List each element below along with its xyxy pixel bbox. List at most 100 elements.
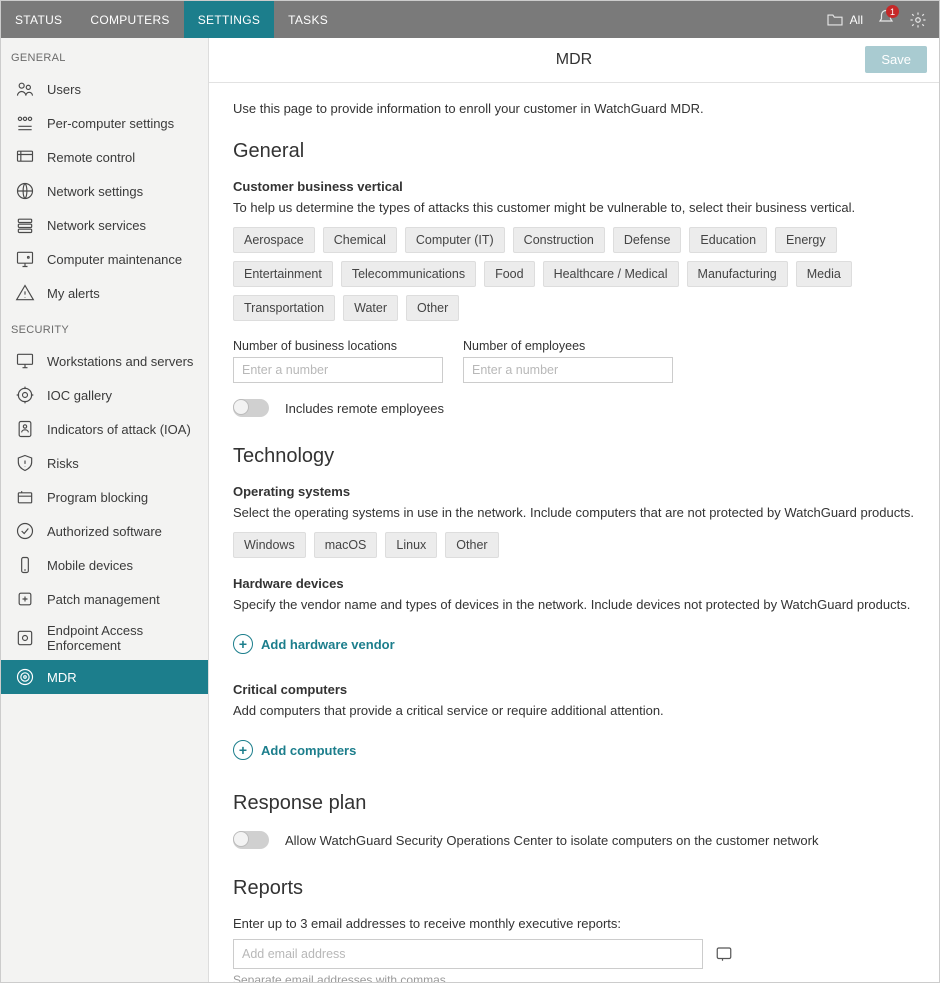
vertical-chip-telecommunications[interactable]: Telecommunications — [341, 261, 476, 287]
vertical-chip-computer-it-[interactable]: Computer (IT) — [405, 227, 505, 253]
shield-icon — [15, 453, 35, 473]
vertical-chip-energy[interactable]: Energy — [775, 227, 837, 253]
nav-tab-computers[interactable]: COMPUTERS — [76, 1, 183, 38]
sidebar-item-program-blocking[interactable]: Program blocking — [1, 480, 208, 514]
sidebar-item-label: Workstations and servers — [47, 354, 193, 369]
monthly-email-input[interactable] — [233, 939, 703, 969]
vertical-label: Customer business vertical — [233, 179, 915, 194]
vertical-chip-construction[interactable]: Construction — [513, 227, 605, 253]
critical-label: Critical computers — [233, 682, 915, 697]
nav-tab-status[interactable]: STATUS — [1, 1, 76, 38]
section-technology: Technology — [233, 445, 915, 468]
vertical-chip-food[interactable]: Food — [484, 261, 535, 287]
maint-icon — [15, 249, 35, 269]
save-button[interactable]: Save — [865, 46, 927, 73]
sidebar-item-label: Remote control — [47, 150, 135, 165]
target-icon — [15, 385, 35, 405]
os-chip-other[interactable]: Other — [445, 532, 498, 558]
sidebar-item-network-services[interactable]: Network services — [1, 208, 208, 242]
stack-icon — [15, 215, 35, 235]
nav-tab-tasks[interactable]: TASKS — [274, 1, 342, 38]
vertical-chips: Aerospace Chemical Computer (IT) Constructi… — [233, 227, 915, 321]
sidebar-item-indicators-of-attack-ioa-[interactable]: Indicators of attack (IOA) — [1, 412, 208, 446]
sidebar-item-label: Computer maintenance — [47, 252, 182, 267]
plus-icon: + — [233, 634, 253, 654]
os-chip-linux[interactable]: Linux — [385, 532, 437, 558]
sidebar-item-ioc-gallery[interactable]: IOC gallery — [1, 378, 208, 412]
sidebar-item-label: Risks — [47, 456, 79, 471]
os-chip-macos[interactable]: macOS — [314, 532, 378, 558]
vertical-chip-defense[interactable]: Defense — [613, 227, 682, 253]
sidebar-item-users[interactable]: Users — [1, 72, 208, 106]
employees-label: Number of employees — [463, 339, 673, 353]
vertical-chip-other[interactable]: Other — [406, 295, 459, 321]
remote-employees-toggle[interactable] — [233, 399, 269, 417]
sidebar-item-my-alerts[interactable]: My alerts — [1, 276, 208, 310]
vertical-help: To help us determine the types of attack… — [233, 200, 915, 215]
sidebar-item-label: Network services — [47, 218, 146, 233]
settings-gear-icon[interactable] — [909, 11, 927, 29]
sidebar-item-patch-management[interactable]: Patch management — [1, 582, 208, 616]
add-hardware-vendor-link[interactable]: + Add hardware vendor — [233, 634, 395, 654]
sidebar-item-authorized-software[interactable]: Authorized software — [1, 514, 208, 548]
test-email-icon[interactable] — [715, 945, 733, 963]
add-hw-label: Add hardware vendor — [261, 637, 395, 652]
notifications-button[interactable]: 1 — [877, 9, 895, 30]
endpoint-icon — [15, 628, 35, 648]
auth-icon — [15, 521, 35, 541]
add-computers-label: Add computers — [261, 743, 356, 758]
sidebar-item-network-settings[interactable]: Network settings — [1, 174, 208, 208]
sidebar-item-label: Network settings — [47, 184, 143, 199]
locations-input[interactable] — [233, 357, 443, 383]
vertical-chip-entertainment[interactable]: Entertainment — [233, 261, 333, 287]
sidebar-item-label: IOC gallery — [47, 388, 112, 403]
sidebar-item-per-computer-settings[interactable]: Per-computer settings — [1, 106, 208, 140]
os-chip-windows[interactable]: Windows — [233, 532, 306, 558]
vertical-chip-transportation[interactable]: Transportation — [233, 295, 335, 321]
users-icon — [15, 79, 35, 99]
sidebar-item-remote-control[interactable]: Remote control — [1, 140, 208, 174]
os-chips: Windows macOS Linux Other — [233, 532, 915, 558]
nav-tab-settings[interactable]: SETTINGS — [184, 1, 274, 38]
main-panel: MDR Save Use this page to provide inform… — [209, 38, 939, 982]
vertical-chip-chemical[interactable]: Chemical — [323, 227, 397, 253]
vertical-chip-aerospace[interactable]: Aerospace — [233, 227, 315, 253]
mdr-icon — [15, 667, 35, 687]
vertical-chip-healthcare-medical[interactable]: Healthcare / Medical — [543, 261, 679, 287]
sidebar-header: GENERAL — [1, 38, 208, 72]
settings-sidebar: GENERALUsers Per-computer settings Remote … — [1, 38, 209, 982]
main-header: MDR Save — [209, 38, 939, 83]
section-reports: Reports — [233, 877, 915, 900]
sidebar-item-mobile-devices[interactable]: Mobile devices — [1, 548, 208, 582]
add-computers-link[interactable]: + Add computers — [233, 740, 356, 760]
ioa-icon — [15, 419, 35, 439]
vertical-chip-education[interactable]: Education — [689, 227, 767, 253]
scope-selector[interactable]: All — [826, 13, 863, 27]
os-label: Operating systems — [233, 484, 915, 499]
sidebar-item-workstations-and-servers[interactable]: Workstations and servers — [1, 344, 208, 378]
vertical-chip-water[interactable]: Water — [343, 295, 398, 321]
hw-help: Specify the vendor name and types of dev… — [233, 597, 915, 612]
sidebar-item-label: Indicators of attack (IOA) — [47, 422, 191, 437]
sidebar-item-label: Program blocking — [47, 490, 148, 505]
section-response: Response plan — [233, 792, 915, 815]
plus-icon: + — [233, 740, 253, 760]
sidebar-item-label: Per-computer settings — [47, 116, 174, 131]
page-title: MDR — [556, 51, 592, 69]
mobile-icon — [15, 555, 35, 575]
notification-badge: 1 — [886, 5, 899, 18]
alert-icon — [15, 283, 35, 303]
vertical-chip-media[interactable]: Media — [796, 261, 852, 287]
locations-label: Number of business locations — [233, 339, 443, 353]
vertical-chip-manufacturing[interactable]: Manufacturing — [687, 261, 788, 287]
block-icon — [15, 487, 35, 507]
sidebar-item-label: My alerts — [47, 286, 100, 301]
sidebar-item-mdr[interactable]: MDR — [1, 660, 208, 694]
sidebar-item-risks[interactable]: Risks — [1, 446, 208, 480]
employees-input[interactable] — [463, 357, 673, 383]
folder-icon — [826, 13, 844, 27]
os-help: Select the operating systems in use in t… — [233, 505, 915, 520]
isolate-toggle[interactable] — [233, 831, 269, 849]
sidebar-item-endpoint-access-enforcement[interactable]: Endpoint Access Enforcement — [1, 616, 208, 660]
sidebar-item-computer-maintenance[interactable]: Computer maintenance — [1, 242, 208, 276]
